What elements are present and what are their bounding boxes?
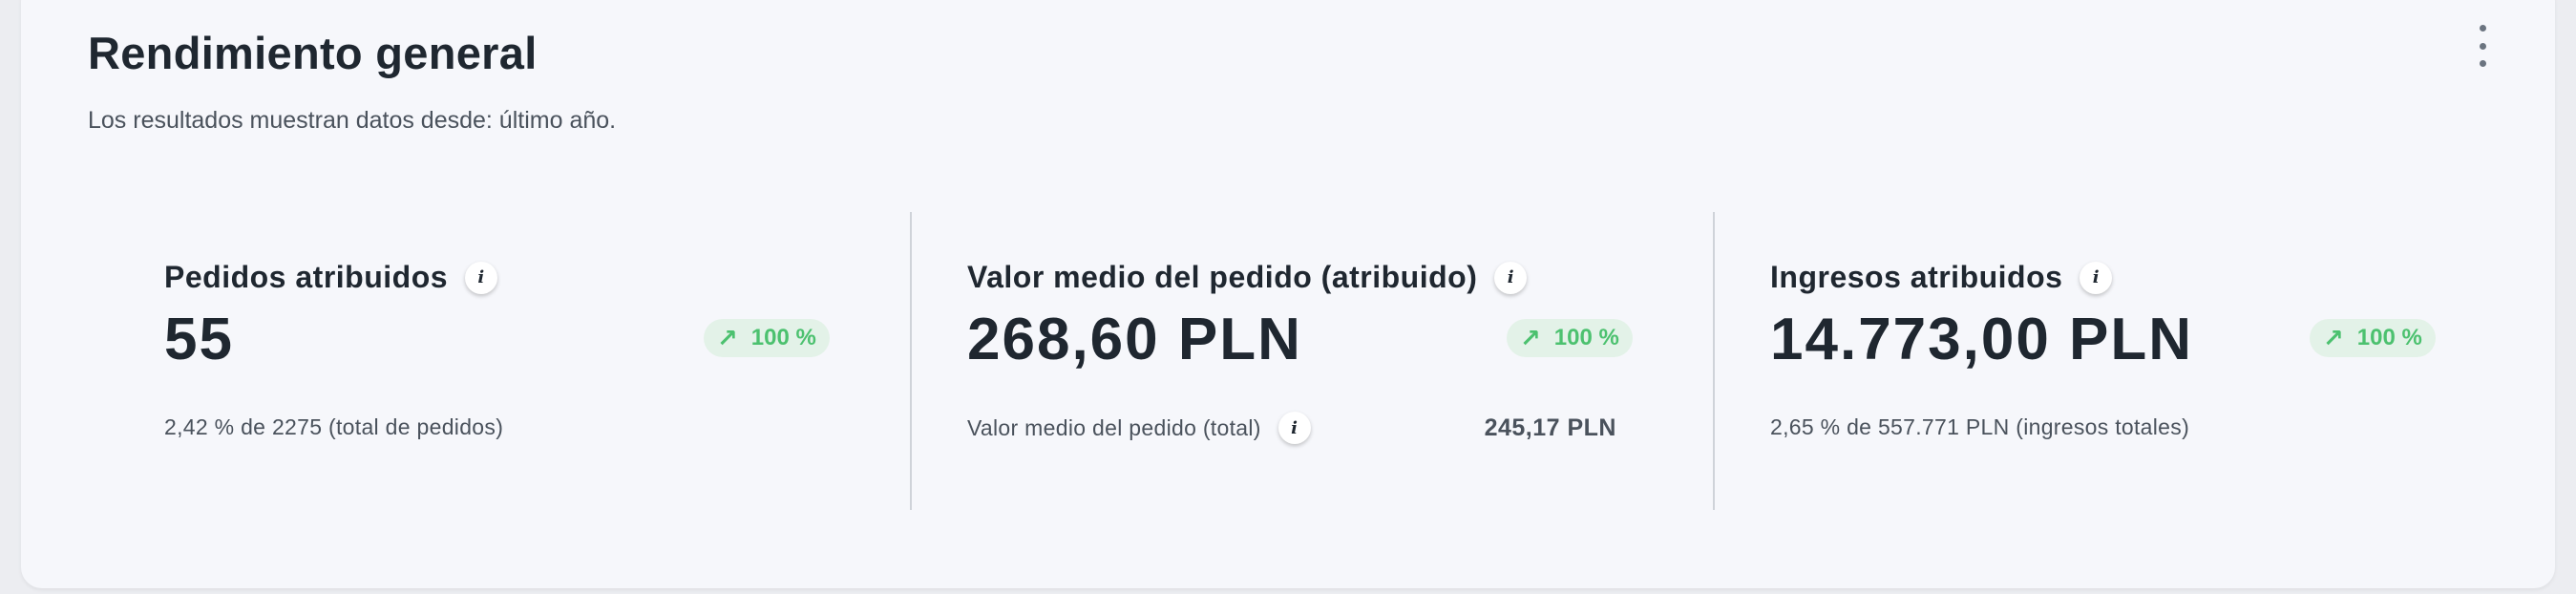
metric-label: Ingresos atribuidos i — [1770, 260, 2113, 295]
metric-label: Pedidos atribuidos i — [164, 260, 498, 295]
metric-label: Valor medio del pedido (atribuido) i — [967, 260, 1528, 295]
metric-footer-value: 245,17 PLN — [1484, 414, 1616, 441]
arrow-up-right-icon: ↗ — [2323, 324, 2344, 352]
metric-label-text: Pedidos atribuidos — [164, 260, 449, 294]
metric-value: 55 — [164, 307, 234, 372]
metrics-row: Pedidos atribuidos i 55 ↗ 100 % 2,42 % d… — [88, 212, 2485, 510]
metric-footer: 2,65 % de 557.771 PLN (ingresos totales) — [1770, 414, 2190, 439]
metric-footer-label: Valor medio del pedido (total) i — [967, 412, 1311, 444]
arrow-up-right-icon: ↗ — [717, 324, 738, 352]
metric-average-order-value: Valor medio del pedido (atribuido) i 268… — [891, 212, 1694, 510]
info-icon[interactable]: i — [1277, 412, 1311, 444]
metric-value: 268,60 PLN — [967, 307, 1302, 372]
overall-performance-card: Rendimiento general Los resultados muest… — [21, 0, 2555, 588]
trend-value: 100 % — [750, 325, 816, 350]
metric-footer: Valor medio del pedido (total) i 245,17 … — [967, 409, 1616, 447]
more-options-icon[interactable] — [2473, 25, 2492, 67]
metric-attributed-revenue: Ingresos atribuidos i 14.773,00 PLN ↗ 10… — [1694, 212, 2485, 510]
trend-badge: ↗ 100 % — [704, 319, 830, 357]
trend-value: 100 % — [2356, 325, 2422, 350]
trend-badge: ↗ 100 % — [2310, 319, 2436, 357]
trend-value: 100 % — [1553, 325, 1619, 350]
info-icon[interactable]: i — [465, 261, 498, 294]
metric-value: 14.773,00 PLN — [1770, 307, 2194, 372]
metric-label-text: Ingresos atribuidos — [1770, 260, 2063, 294]
metric-label-text: Valor medio del pedido (atribuido) — [967, 260, 1478, 294]
info-icon[interactable]: i — [1494, 261, 1528, 294]
arrow-up-right-icon: ↗ — [1520, 324, 1541, 352]
date-range-subtitle: Los resultados muestran datos desde: últ… — [88, 107, 617, 134]
info-icon[interactable]: i — [2080, 261, 2113, 294]
metric-footer-text: Valor medio del pedido (total) — [967, 414, 1261, 440]
page-title: Rendimiento general — [88, 28, 538, 78]
trend-badge: ↗ 100 % — [1507, 319, 1633, 357]
metric-footer: 2,42 % de 2275 (total de pedidos) — [164, 414, 504, 439]
metric-attributed-orders: Pedidos atribuidos i 55 ↗ 100 % 2,42 % d… — [88, 212, 891, 510]
